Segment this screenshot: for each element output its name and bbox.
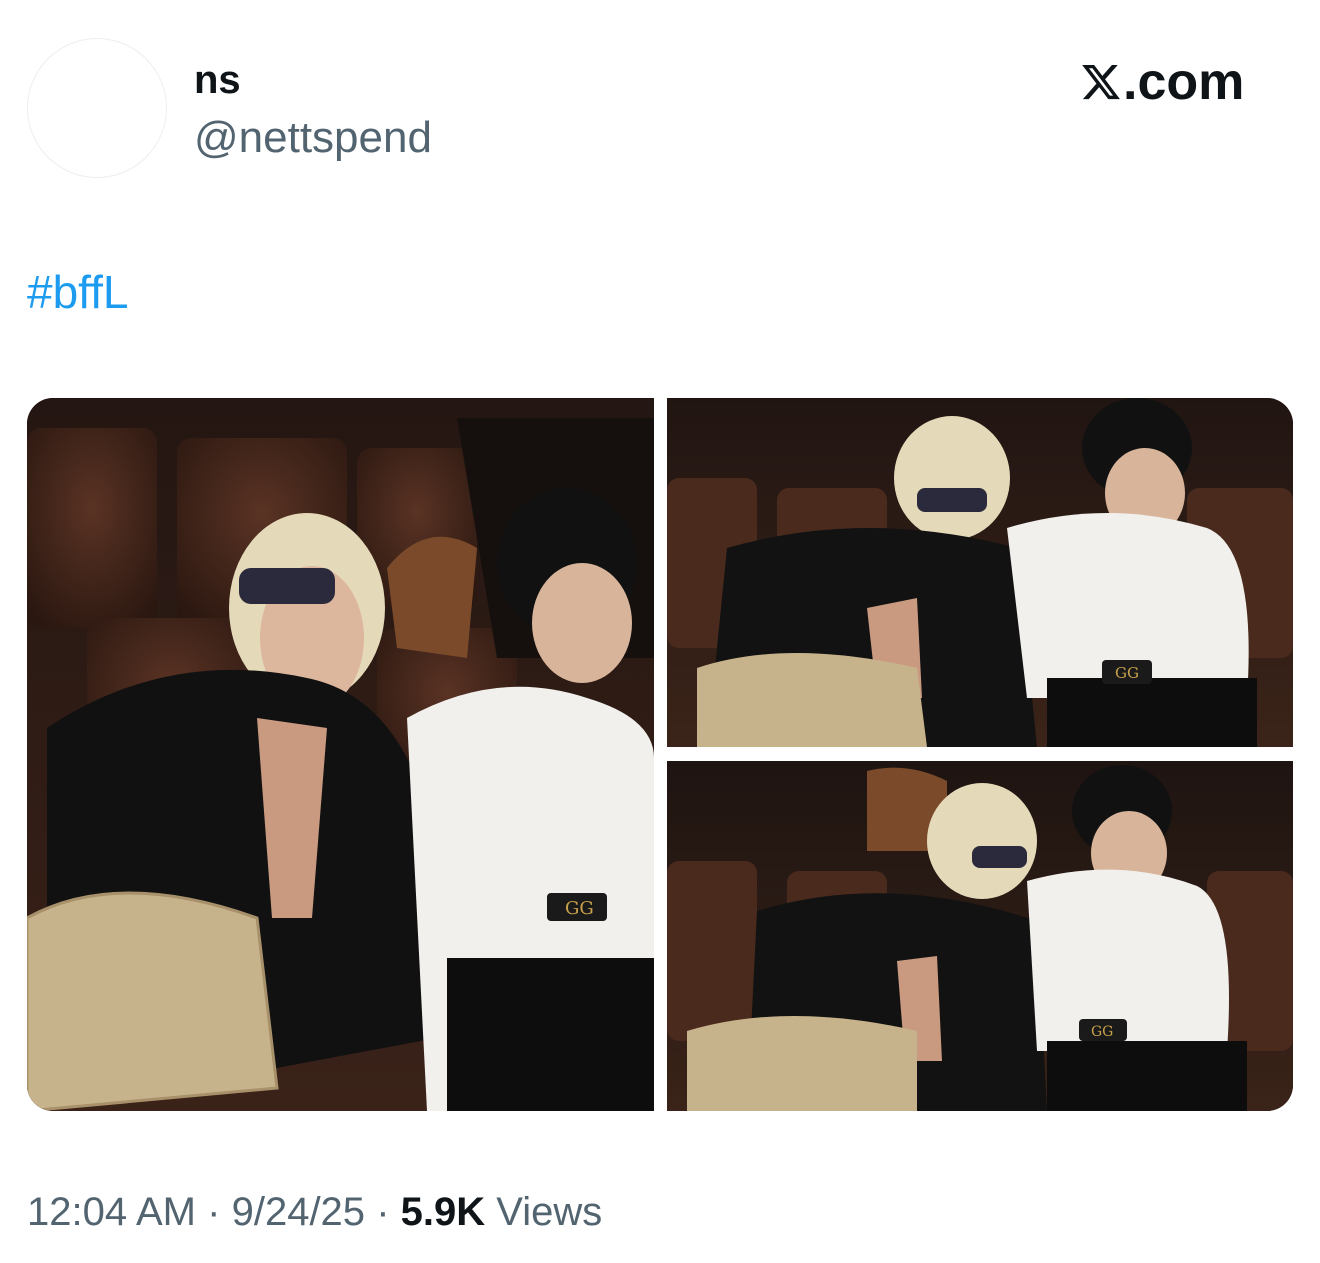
meta-separator: · [376,1190,390,1234]
photo-2[interactable]: GG [667,398,1293,747]
author-display-name[interactable]: ns [194,52,241,108]
photo-1[interactable]: GG [27,398,654,1111]
meta-separator: · [207,1190,221,1234]
svg-text:GG: GG [1115,664,1139,682]
tweet-date[interactable]: 9/24/25 [232,1190,365,1234]
media-grid: GG GG GG [27,398,1293,1111]
tweet-time[interactable]: 12:04 AM [27,1190,196,1234]
x-logo-icon [1080,61,1122,103]
views-count[interactable]: 5.9K [401,1190,486,1234]
hashtag-link[interactable]: #bffL [27,262,128,322]
tweet-meta: 12:04 AM · 9/24/25 · 5.9K Views [27,1184,602,1240]
brand-logo: .com [1080,52,1244,112]
views-label: Views [496,1190,603,1234]
brand-suffix: .com [1123,53,1245,111]
photo-3[interactable]: GG [667,761,1293,1111]
avatar[interactable] [27,38,167,178]
svg-text:GG: GG [1091,1024,1113,1040]
author-handle[interactable]: @nettspend [194,110,432,166]
svg-text:GG: GG [565,898,594,919]
